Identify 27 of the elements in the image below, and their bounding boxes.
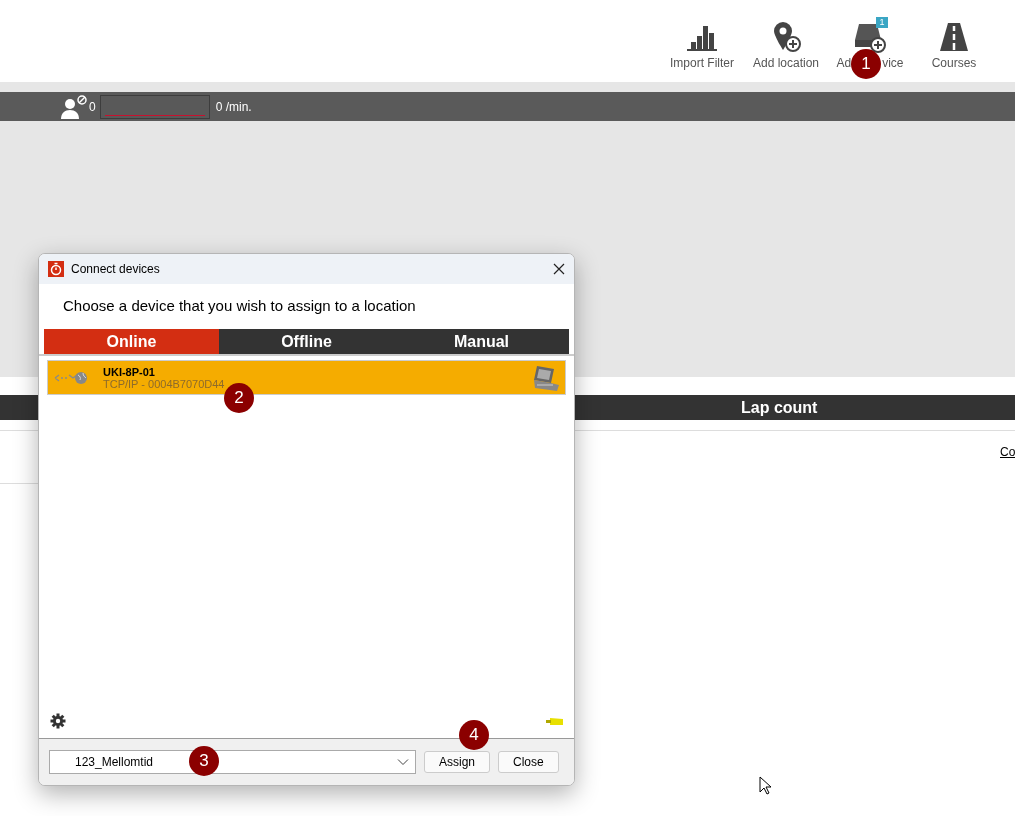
toolbar-label: Ad	[836, 56, 852, 70]
instruction-text: Choose a device that you wish to assign to a location	[62, 296, 417, 316]
dialog-button[interactable]: Assign	[424, 751, 491, 773]
step-marker: 1	[851, 49, 881, 79]
count-badge: 1	[876, 17, 888, 28]
user-blocked-icon	[60, 94, 88, 119]
rate-text: 0 /min.	[215, 99, 252, 114]
link[interactable]: Co	[1000, 445, 1015, 459]
chevron-down-icon	[397, 758, 409, 766]
toolbar-label: vice	[882, 56, 904, 70]
settings-icon[interactable]	[50, 713, 66, 729]
tab[interactable]: Online	[44, 329, 219, 354]
toolbar-button[interactable]: Courses	[912, 0, 996, 82]
device-address: TCP/IP - 0004B7070D44	[103, 377, 226, 390]
road-icon	[937, 20, 971, 54]
toolbar-button[interactable]: Import Filter	[660, 0, 744, 82]
header-text: Lap count	[741, 398, 818, 417]
usb-stick-icon	[546, 717, 564, 726]
window-title: Connect devices	[71, 262, 161, 276]
input-field[interactable]	[99, 94, 210, 119]
network-globe-icon	[54, 369, 88, 386]
user-count: 0	[89, 99, 96, 114]
device-name: UKI-8P-01	[103, 365, 156, 378]
stopwatch-icon	[48, 261, 64, 277]
dialog-button[interactable]: Close	[498, 751, 559, 773]
toolbar-button[interactable]: Add location	[744, 0, 828, 82]
mouse-cursor-icon	[759, 776, 771, 795]
